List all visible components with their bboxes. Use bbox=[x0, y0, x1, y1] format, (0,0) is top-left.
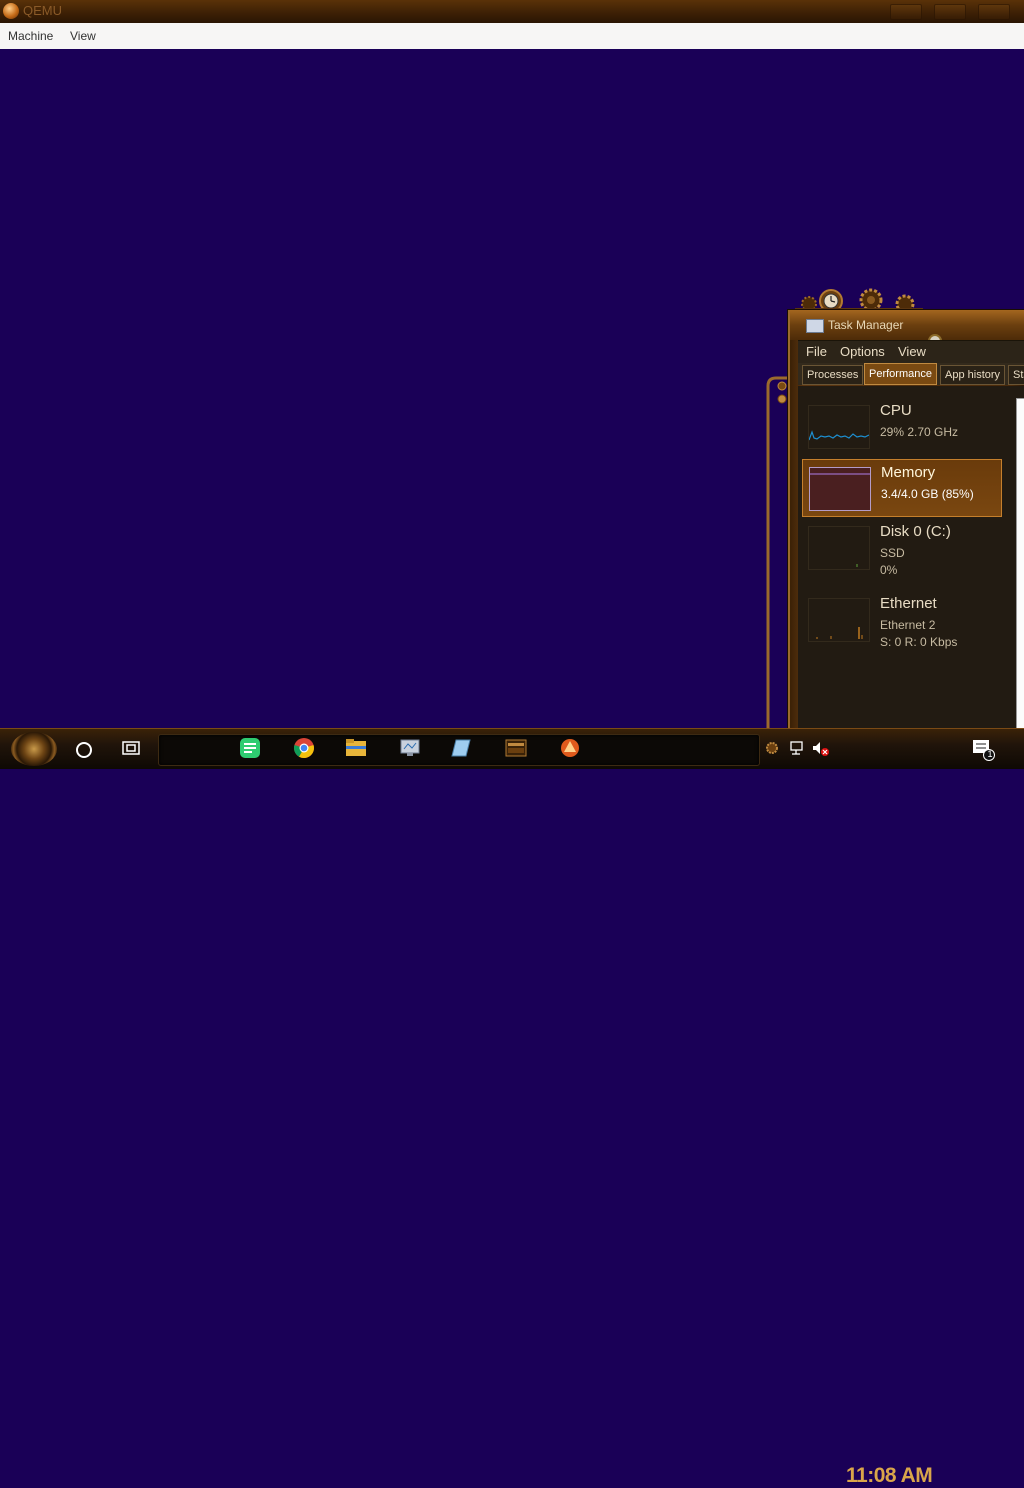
tm-menu-options[interactable]: Options bbox=[840, 344, 885, 359]
perf-item-name: CPU bbox=[880, 402, 912, 419]
qemu-menubar: Machine View bbox=[0, 23, 1024, 50]
taskbar-calendar-app[interactable] bbox=[494, 733, 538, 763]
file-explorer-icon bbox=[346, 739, 366, 756]
perf-item-ethernet[interactable]: Ethernet Ethernet 2 S: 0 R: 0 Kbps bbox=[802, 591, 1000, 655]
performance-sidebar: CPU 29% 2.70 GHz Memory 3.4/4.0 GB (85%)… bbox=[798, 386, 1024, 730]
taskbar: 11:08 AM 1 bbox=[0, 728, 1024, 1487]
taskbar-remote-desktop[interactable] bbox=[388, 733, 432, 763]
ethernet-graph bbox=[808, 598, 870, 642]
tab-performance[interactable]: Performance bbox=[864, 363, 937, 385]
perf-item-disk[interactable]: Disk 0 (C:) SSD 0% bbox=[802, 519, 1000, 583]
start-button[interactable] bbox=[11, 732, 57, 766]
window-title: QEMU bbox=[23, 3, 62, 18]
calendar-app-icon bbox=[505, 739, 527, 757]
perf-item-detail: Ethernet 2 bbox=[880, 618, 936, 632]
perf-item-name: Ethernet bbox=[880, 595, 937, 612]
perf-item-detail: 3.4/4.0 GB (85%) bbox=[881, 487, 974, 501]
task-manager-titlebar[interactable]: Task Manager bbox=[790, 310, 1024, 356]
qemu-icon bbox=[561, 739, 579, 757]
network-icon[interactable] bbox=[790, 741, 806, 755]
cpu-graph bbox=[808, 405, 870, 449]
task-manager-tabs: Processes Performance App history Sta bbox=[798, 363, 1024, 385]
menu-view[interactable]: View bbox=[70, 29, 96, 43]
taskbar-qemu[interactable] bbox=[548, 733, 592, 763]
tab-startup[interactable]: Sta bbox=[1008, 365, 1024, 385]
task-manager-window: Task Manager File Options View Processes… bbox=[788, 310, 1024, 730]
perf-item-memory[interactable]: Memory 3.4/4.0 GB (85%) bbox=[802, 459, 1002, 517]
taskbar-file-explorer[interactable] bbox=[334, 733, 378, 763]
chat-app-icon bbox=[240, 738, 260, 758]
tm-menu-file[interactable]: File bbox=[806, 344, 827, 359]
minimize-button[interactable] bbox=[890, 4, 922, 20]
maximize-button[interactable] bbox=[934, 4, 966, 20]
disk-graph bbox=[808, 526, 870, 570]
task-view-icon[interactable] bbox=[122, 741, 140, 755]
task-manager-title: Task Manager bbox=[828, 318, 904, 332]
task-manager-icon bbox=[806, 319, 824, 333]
tab-processes[interactable]: Processes bbox=[802, 365, 864, 385]
notepad-icon bbox=[451, 739, 471, 757]
memory-graph bbox=[809, 467, 871, 511]
tray-overflow-gear-icon[interactable] bbox=[766, 742, 778, 754]
perf-item-detail: SSD bbox=[880, 546, 905, 560]
taskbar-chrome[interactable] bbox=[282, 733, 326, 763]
volume-muted-icon[interactable] bbox=[812, 741, 830, 757]
perf-item-detail-2: 0% bbox=[880, 563, 898, 577]
task-manager-menubar: File Options View bbox=[798, 340, 1024, 363]
close-button[interactable] bbox=[978, 4, 1010, 20]
perf-item-name: Memory bbox=[881, 464, 936, 481]
perf-item-name: Disk 0 (C:) bbox=[880, 523, 951, 540]
taskbar-chat-app[interactable] bbox=[228, 733, 272, 763]
taskbar-clock[interactable]: 11:08 AM bbox=[846, 1464, 933, 1488]
perf-item-detail: 29% 2.70 GHz bbox=[880, 425, 959, 439]
tm-menu-view[interactable]: View bbox=[898, 344, 926, 359]
qemu-titlebar: QEMU bbox=[0, 0, 1024, 24]
chrome-icon bbox=[294, 738, 314, 759]
notification-count-badge: 1 bbox=[987, 749, 993, 759]
brass-pipe-ornament bbox=[766, 376, 788, 728]
tab-app-history[interactable]: App history bbox=[940, 365, 1006, 385]
perf-item-detail-2: S: 0 R: 0 Kbps bbox=[880, 635, 958, 649]
remote-desktop-icon bbox=[400, 739, 420, 756]
qemu-app-icon bbox=[3, 3, 19, 19]
menu-machine[interactable]: Machine bbox=[8, 29, 53, 43]
search-circle-icon[interactable] bbox=[76, 742, 92, 758]
gears-ornament bbox=[795, 288, 923, 312]
vertical-scrollbar[interactable] bbox=[1016, 398, 1024, 730]
taskbar-notepad[interactable] bbox=[440, 733, 484, 763]
perf-item-cpu[interactable]: CPU 29% 2.70 GHz bbox=[802, 398, 1000, 454]
